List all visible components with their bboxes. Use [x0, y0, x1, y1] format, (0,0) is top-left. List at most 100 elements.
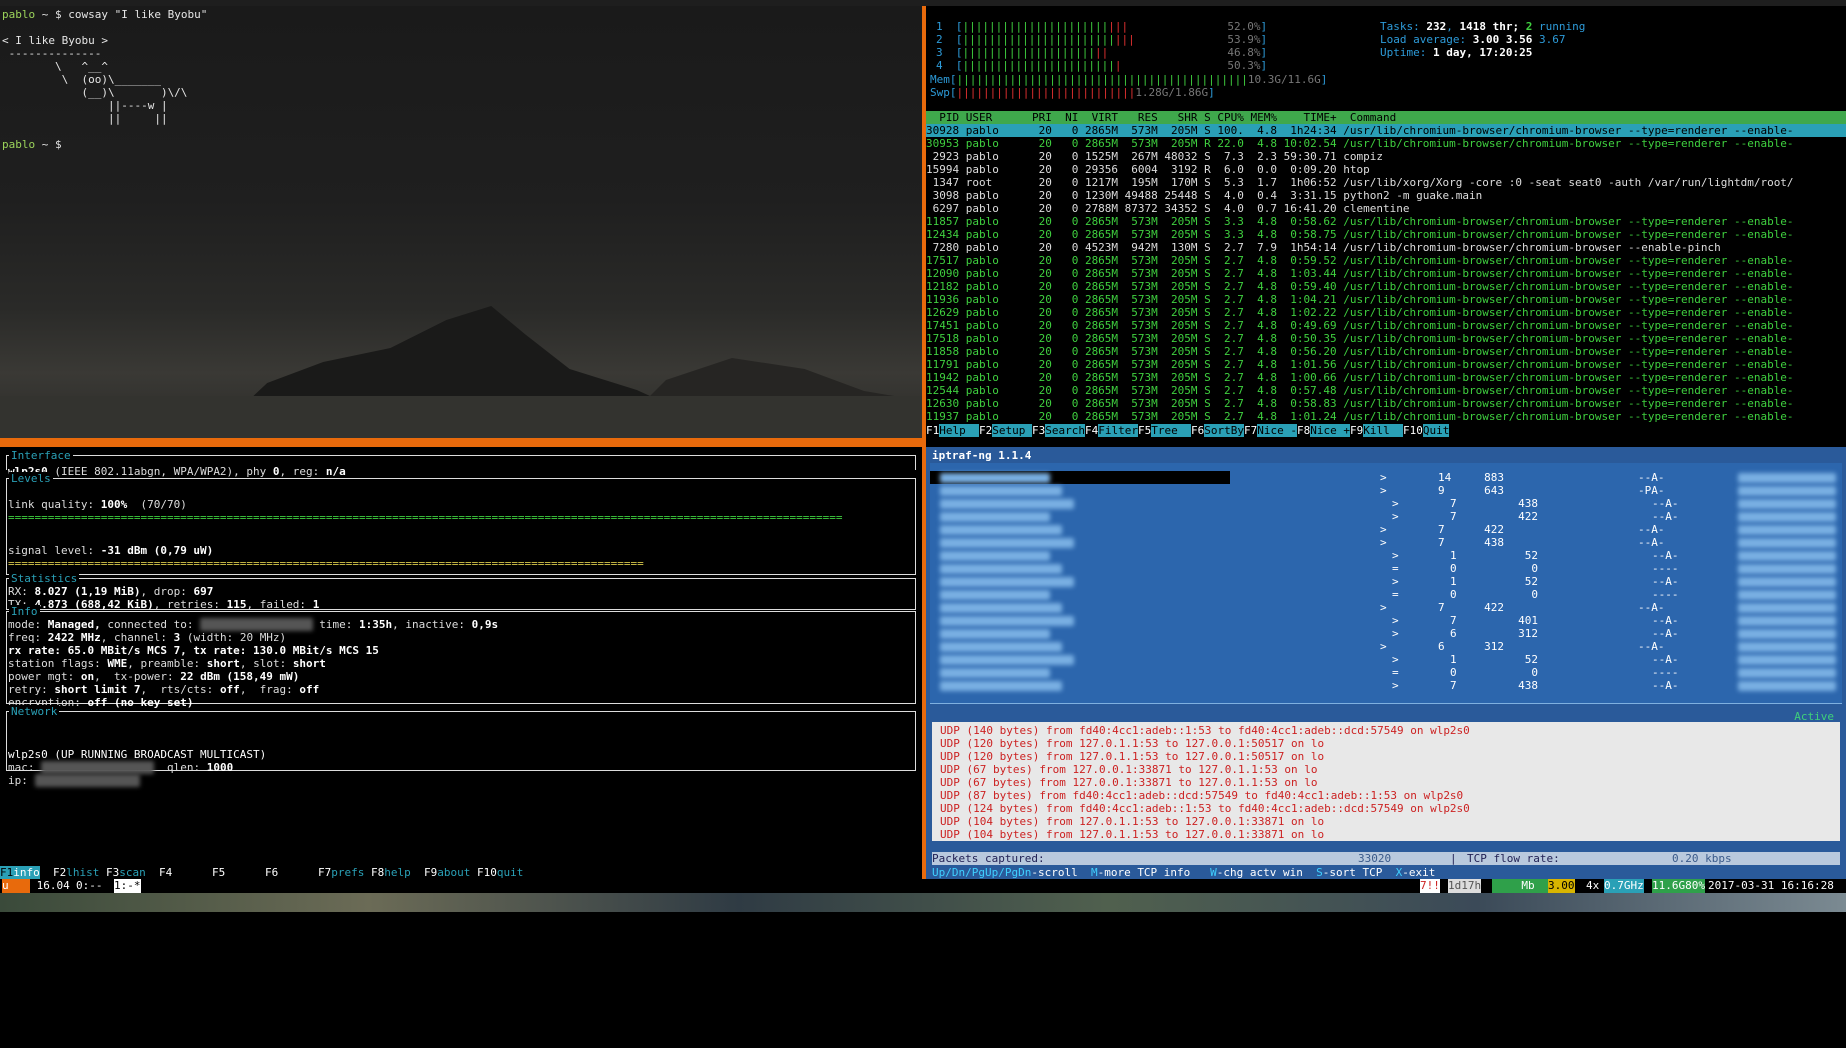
fkey-label[interactable]: Filter: [1098, 424, 1138, 437]
process-row[interactable]: 12629 pablo 20 0 2865M 573M 205M S 2.7 4…: [926, 306, 1846, 319]
process-row[interactable]: 7280 pablo 20 0 4523M 942M 130M S 2.7 7.…: [926, 241, 1846, 254]
fkey-f6[interactable]: F6: [265, 866, 278, 879]
connection-address-redacted: [940, 577, 1074, 587]
process-row[interactable]: 11942 pablo 20 0 2865M 573M 205M S 2.7 4…: [926, 371, 1846, 384]
iptraf-pane[interactable]: iptraf-ng 1.1.4 Active >14 883 --A- >9 643 -P…: [926, 447, 1846, 879]
interface-line: wlp2s0 (IEEE 802.11abgn, WPA/WPA2), phy …: [8, 465, 346, 478]
process-row[interactable]: 12630 pablo 20 0 2865M 573M 205M S 2.7 4…: [926, 397, 1846, 410]
fkey-f5[interactable]: F5: [1138, 424, 1152, 437]
fkey-f7[interactable]: F7: [318, 866, 331, 879]
shell-pane[interactable]: pablo ~ $ cowsay "I like Byobu" < I like …: [0, 6, 922, 438]
other-protocols-log[interactable]: UDP (140 bytes) from fd40:4cc1:adeb::1:5…: [932, 722, 1840, 841]
connection-packets: 14: [1438, 471, 1452, 484]
fkey-f9[interactable]: F9: [424, 866, 437, 879]
pad: [1128, 20, 1227, 33]
process-row[interactable]: 17517 pablo 20 0 2865M 573M 205M S 2.7 4…: [926, 254, 1846, 267]
fkey-label[interactable]: Kill: [1363, 424, 1403, 437]
process-row[interactable]: 11857 pablo 20 0 2865M 573M 205M S 3.3 4…: [926, 215, 1846, 228]
process-row[interactable]: 12090 pablo 20 0 2865M 573M 205M S 2.7 4…: [926, 267, 1846, 280]
process-row[interactable]: 17518 pablo 20 0 2865M 573M 205M S 2.7 4…: [926, 332, 1846, 345]
fkey-label[interactable]: Nice +: [1310, 424, 1350, 437]
os-version: 16.04: [30, 879, 77, 892]
window-tab-1[interactable]: 1:-*: [114, 879, 141, 893]
fkey-label[interactable]: Setup: [992, 424, 1032, 437]
fkey-label[interactable]: Nice -: [1257, 424, 1297, 437]
fkey-label[interactable]: Quit: [1422, 424, 1450, 437]
load-average: 3.00: [1548, 879, 1575, 893]
pad: [278, 866, 318, 879]
fkey-f10[interactable]: F10: [477, 866, 497, 879]
connection-marker: >: [1392, 627, 1399, 640]
bracket: ]: [1260, 59, 1268, 72]
fkey-f8[interactable]: F8: [1297, 424, 1311, 437]
fkey-f4[interactable]: F4: [1085, 424, 1099, 437]
fkey-f10[interactable]: F10: [1403, 424, 1423, 437]
process-row[interactable]: 30953 pablo 20 0 2865M 573M 205M R 22.0 …: [926, 137, 1846, 150]
fkey-label[interactable]: scan: [119, 866, 146, 879]
window-tab-0[interactable]: 0:--: [76, 879, 109, 893]
htop-function-keys[interactable]: F1Help F2Setup F3SearchF4FilterF5Tree F6…: [926, 424, 1846, 438]
connection-bytes: 422: [1484, 601, 1504, 614]
byobu-logo: u: [2, 879, 30, 893]
shell-line: ||----w |: [2, 99, 207, 112]
fkey-f4[interactable]: F4: [159, 866, 172, 879]
fkey-f5[interactable]: F5: [212, 866, 225, 879]
fkey-f1[interactable]: F1: [926, 424, 940, 437]
bracket: [: [942, 20, 963, 33]
process-row[interactable]: 3098 pablo 20 0 1230M 49488 25448 S 4.0 …: [926, 189, 1846, 202]
desktop-wallpaper-strip: [0, 893, 1846, 912]
wavemon-pane[interactable]: Interface wlp2s0 (IEEE 802.11abgn, WPA/W…: [0, 447, 922, 861]
fkey-label[interactable]: help: [384, 866, 411, 879]
process-row[interactable]: 2923 pablo 20 0 1525M 267M 48032 S 7.3 2…: [926, 150, 1846, 163]
fkey-f3[interactable]: F3: [106, 866, 119, 879]
log-line: UDP (120 bytes) from 127.0.1.1:53 to 127…: [940, 750, 1325, 763]
connection-iface-redacted: [1738, 538, 1836, 548]
fkey-label[interactable]: Help: [939, 424, 979, 437]
fkey-label[interactable]: Search: [1045, 424, 1085, 437]
process-row[interactable]: 11937 pablo 20 0 2865M 573M 205M S 2.7 4…: [926, 410, 1846, 423]
process-table-header[interactable]: PID USER PRI NI VIRT RES SHR S CPU% MEM%…: [926, 111, 1846, 124]
horizontal-split-divider[interactable]: [0, 438, 922, 447]
fkey-f8[interactable]: F8: [371, 866, 384, 879]
fkey-f6[interactable]: F6: [1191, 424, 1205, 437]
fkey-f2[interactable]: F2: [53, 866, 66, 879]
fkey-f2[interactable]: F2: [979, 424, 993, 437]
cpu-meter-3: 3 [|||||||||||||||||||||| 46.8%]: [936, 46, 1267, 59]
process-row[interactable]: 11936 pablo 20 0 2865M 573M 205M S 2.7 4…: [926, 293, 1846, 306]
fkey-label[interactable]: about: [437, 866, 470, 879]
shell-text: || ||: [2, 112, 168, 125]
cpu-bar-kernel: |||: [1114, 33, 1135, 46]
fkey-f3[interactable]: F3: [1032, 424, 1046, 437]
htop-pane[interactable]: 1 [||||||||||||||||||||||||| 52.0%] 2 [||…: [926, 6, 1846, 438]
bracket: ]: [1260, 46, 1268, 59]
fkey-f9[interactable]: F9: [1350, 424, 1364, 437]
swap-meter: Swp[|||||||||||||||||||||||||||1.28G/1.8…: [930, 86, 1215, 99]
fkey-label[interactable]: SortBy: [1204, 424, 1244, 437]
fkey-label[interactable]: Tree: [1151, 424, 1191, 437]
process-row[interactable]: 6297 pablo 20 0 2788M 87372 34352 S 4.0 …: [926, 202, 1846, 215]
rx-stats: RX: 8.027 (1,19 MiB), drop: 697: [8, 585, 214, 598]
process-row[interactable]: 12434 pablo 20 0 2865M 573M 205M S 3.3 4…: [926, 228, 1846, 241]
connection-bytes: 883: [1484, 471, 1504, 484]
fkey-f1[interactable]: F1: [0, 866, 14, 879]
help-key: W: [1210, 866, 1217, 879]
process-row[interactable]: 12182 pablo 20 0 2865M 573M 205M S 2.7 4…: [926, 280, 1846, 293]
cpu-meter-1: 1 [||||||||||||||||||||||||| 52.0%]: [936, 20, 1267, 33]
fkey-label[interactable]: prefs: [331, 866, 364, 879]
wavemon-function-keys[interactable]: F1info F2lhist F3scan F4 F5 F6 F7prefs F…: [0, 866, 922, 879]
connection-flags: --A-: [1638, 601, 1665, 614]
prompt-user: pablo: [2, 8, 36, 21]
tcp-connections-window[interactable]: Active >14 883 --A- >9 643 -PA- >7 438 --A- >7 422…: [930, 463, 1842, 723]
fkey-f7[interactable]: F7: [1244, 424, 1258, 437]
fkey-label[interactable]: quit: [497, 866, 524, 879]
fkey-label[interactable]: info: [13, 866, 40, 879]
process-row[interactable]: 11791 pablo 20 0 2865M 573M 205M S 2.7 4…: [926, 358, 1846, 371]
process-row[interactable]: 15994 pablo 20 0 29356 6004 3192 R 6.0 0…: [926, 163, 1846, 176]
process-row[interactable]: 12544 pablo 20 0 2865M 573M 205M S 2.7 4…: [926, 384, 1846, 397]
process-row[interactable]: 17451 pablo 20 0 2865M 573M 205M S 2.7 4…: [926, 319, 1846, 332]
connection-iface-redacted: [1738, 499, 1836, 509]
process-row[interactable]: 1347 root 20 0 1217M 195M 170M S 5.3 1.7…: [926, 176, 1846, 189]
process-row[interactable]: 30928 pablo 20 0 2865M 573M 205M S 100. …: [926, 124, 1846, 137]
fkey-label[interactable]: lhist: [66, 866, 99, 879]
process-row[interactable]: 11858 pablo 20 0 2865M 573M 205M S 2.7 4…: [926, 345, 1846, 358]
